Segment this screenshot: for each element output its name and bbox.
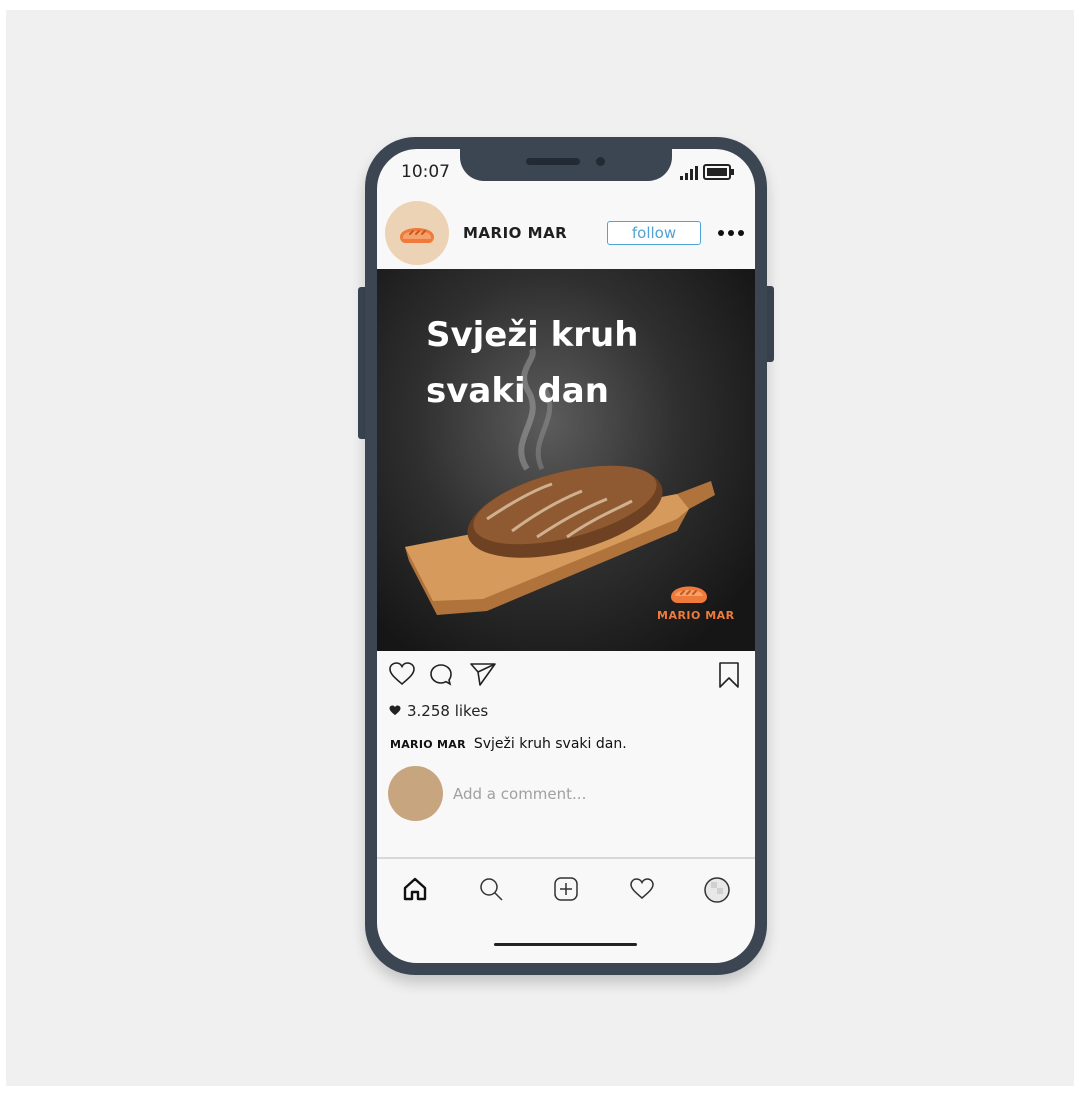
activity-heart-icon[interactable] <box>629 877 655 901</box>
heart-icon[interactable] <box>389 662 415 686</box>
home-indicator[interactable] <box>494 943 637 946</box>
bread-brand-logo-icon <box>671 586 707 603</box>
post-brand-text: MARIO MAR <box>657 609 735 622</box>
follow-button[interactable]: follow <box>607 221 701 245</box>
caption-username[interactable]: MARIO MAR <box>390 738 466 751</box>
profile-icon[interactable] <box>704 877 730 903</box>
bread-logo-icon <box>400 228 434 243</box>
front-camera <box>596 157 605 166</box>
nav-divider <box>377 857 755 859</box>
commenter-avatar <box>388 766 443 821</box>
notch <box>460 149 672 181</box>
comment-input[interactable] <box>453 782 713 806</box>
username[interactable]: MARIO MAR <box>463 224 567 242</box>
search-icon[interactable] <box>479 877 503 901</box>
likes-count[interactable]: 3.258 likes <box>407 702 488 720</box>
profile-avatar[interactable] <box>385 201 449 265</box>
speaker <box>526 158 580 165</box>
post-image[interactable]: Svježi kruh svaki dan MARIO MAR <box>377 269 755 651</box>
likes-heart-icon <box>389 705 401 716</box>
phone-screen: 10:07 MARIO MAR follow Svježi kruh svaki… <box>377 149 755 963</box>
signal-icon <box>680 166 698 180</box>
bookmark-icon[interactable] <box>718 662 740 688</box>
battery-icon <box>703 164 734 180</box>
status-time: 10:07 <box>401 162 450 182</box>
more-options-icon[interactable] <box>717 229 745 237</box>
home-icon[interactable] <box>403 877 427 901</box>
add-post-icon[interactable] <box>554 877 578 901</box>
send-icon[interactable] <box>470 662 496 686</box>
comment-icon[interactable] <box>429 663 453 687</box>
post-caption: MARIO MAR Svježi kruh svaki dan. <box>390 736 627 752</box>
caption-text: Svježi kruh svaki dan. <box>473 736 627 752</box>
